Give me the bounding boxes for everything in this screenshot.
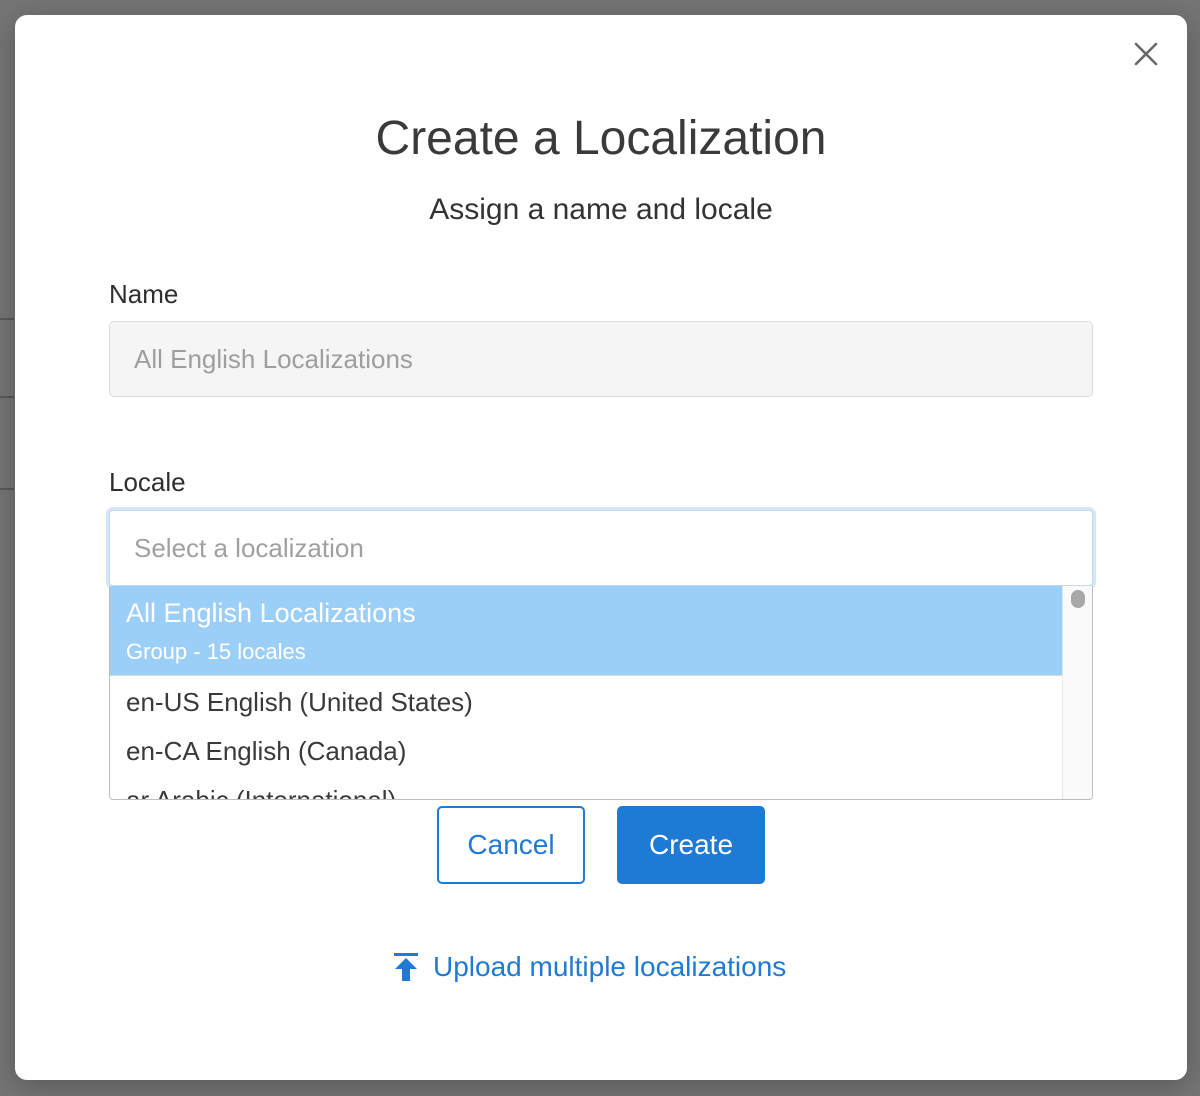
locale-option[interactable]: en-CA English (Canada) (110, 727, 1062, 776)
group-option-title: All English Localizations (126, 598, 416, 628)
upload-multiple-link[interactable]: Upload multiple localizations (393, 947, 786, 987)
create-button[interactable]: Create (617, 806, 765, 884)
close-button[interactable] (1131, 39, 1161, 69)
locale-options-list: All English Localizations Group - 15 loc… (110, 586, 1062, 799)
upload-icon (394, 953, 418, 981)
scrollbar-thumb[interactable] (1071, 590, 1085, 608)
locale-dropdown-menu: All English Localizations Group - 15 loc… (109, 586, 1093, 800)
locale-option-group-selected[interactable]: All English Localizations Group - 15 loc… (110, 586, 1062, 676)
locale-option[interactable]: en-US English (United States) (110, 678, 1062, 727)
group-option-subtitle: Group - 15 locales (126, 639, 306, 664)
locale-label: Locale (109, 467, 186, 497)
cancel-button[interactable]: Cancel (437, 806, 585, 884)
create-localization-modal: Create a Localization Assign a name and … (15, 15, 1187, 1080)
name-label: Name (109, 279, 179, 309)
modal-subtitle: Assign a name and locale (429, 193, 773, 226)
close-icon (1134, 42, 1158, 66)
name-input[interactable]: All English Localizations (109, 321, 1093, 397)
modal-title: Create a Localization (375, 112, 827, 165)
locale-option[interactable]: ar Arabic (International) (110, 776, 1062, 799)
upload-link-label: Upload multiple localizations (433, 951, 787, 982)
locale-select-input[interactable]: Select a localization (109, 510, 1093, 586)
dropdown-scrollbar[interactable] (1062, 586, 1092, 799)
